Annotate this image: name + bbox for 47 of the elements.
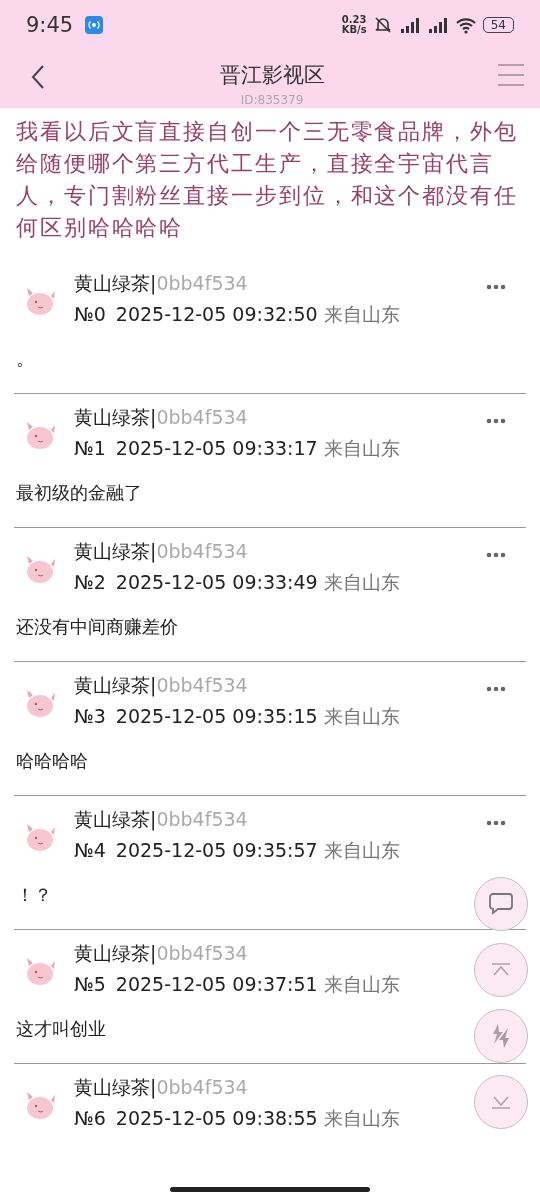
user-id: 0bb4f534: [156, 406, 248, 428]
post-time: 2025-12-05 09:38:55: [115, 1107, 318, 1129]
post-location: 来自山东: [323, 571, 400, 593]
post-location: 来自山东: [323, 303, 400, 325]
user-id: 0bb4f534: [156, 942, 248, 964]
floor-number: №0: [74, 303, 106, 325]
network-speed: 0.23 KB/s: [341, 15, 367, 35]
user-id: 0bb4f534: [156, 674, 248, 696]
user-id: 0bb4f534: [156, 1076, 248, 1098]
post-text: 这才叫创业: [15, 1017, 107, 1041]
post-location: 来自山东: [323, 437, 400, 459]
post-text: 最初级的金融了: [15, 481, 143, 505]
post-time: 2025-12-05 09:35:15: [115, 705, 318, 727]
user-id: 0bb4f534: [156, 540, 248, 562]
post-text: ！？: [15, 883, 53, 907]
floor-number: №6: [74, 1107, 106, 1129]
post-location: 来自山东: [323, 1107, 400, 1129]
user-id: 0bb4f534: [156, 808, 248, 830]
username[interactable]: 黄山绿茶|: [74, 808, 157, 830]
username[interactable]: 黄山绿茶|: [74, 1076, 157, 1098]
user-id: 0bb4f534: [156, 272, 248, 294]
floor-number: №1: [74, 437, 106, 459]
floor-number: №5: [74, 973, 106, 995]
post-text: 。: [15, 347, 35, 371]
post-time: 2025-12-05 09:33:17: [115, 437, 318, 459]
username[interactable]: 黄山绿茶|: [74, 272, 157, 294]
forum-title: 晋江影视区: [219, 62, 325, 89]
post-location: 来自山东: [323, 839, 400, 861]
username[interactable]: 黄山绿茶|: [74, 942, 157, 964]
thread-id: ID:835379: [240, 93, 304, 107]
post-time: 2025-12-05 09:33:49: [115, 571, 318, 593]
floor-number: №2: [74, 571, 106, 593]
floor-number: №3: [74, 705, 106, 727]
username[interactable]: 黄山绿茶|: [74, 406, 157, 428]
post-text: 还没有中间商赚差价: [15, 615, 179, 639]
post-text: 哈哈哈哈: [15, 749, 89, 773]
thread-title: 我看以后文盲直接自创一个三无零食品牌，外包给随便哪个第三方代工生产，直接全宇宙代言人，专门割粉丝直接一步到位，和这个都没有任何区别哈哈哈哈: [15, 118, 519, 242]
status-time: 9:45: [26, 13, 74, 37]
post-location: 来自山东: [323, 973, 400, 995]
username[interactable]: 黄山绿茶|: [74, 674, 157, 696]
battery-indicator: 54: [482, 17, 514, 33]
username[interactable]: 黄山绿茶|: [74, 540, 157, 562]
post-location: 来自山东: [323, 705, 400, 727]
post-time: 2025-12-05 09:32:50: [115, 303, 318, 325]
post-time: 2025-12-05 09:35:57: [115, 839, 318, 861]
post-time: 2025-12-05 09:37:51: [115, 973, 318, 995]
floor-number: №4: [74, 839, 106, 861]
